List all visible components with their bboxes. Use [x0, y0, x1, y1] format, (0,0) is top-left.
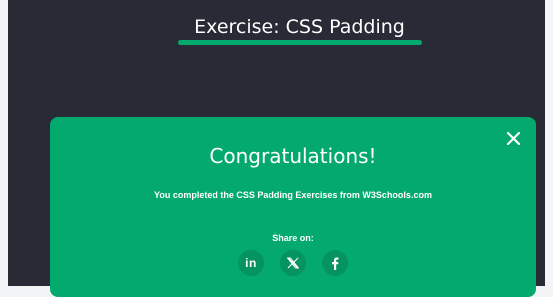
congratulations-modal: Congratulations! You completed the CSS P…: [50, 117, 536, 297]
x-icon: [287, 257, 299, 269]
modal-heading: Congratulations!: [209, 144, 377, 168]
title-underline: [178, 40, 422, 45]
share-x-button[interactable]: [280, 250, 306, 276]
linkedin-icon: in: [245, 256, 257, 270]
page-title: Exercise: CSS Padding: [194, 16, 405, 38]
facebook-icon: [332, 257, 339, 270]
share-label: Share on:: [272, 233, 314, 243]
share-facebook-button[interactable]: [322, 250, 348, 276]
completion-message: You completed the CSS Padding Exercises …: [154, 190, 432, 200]
share-linkedin-button[interactable]: in: [238, 250, 264, 276]
share-buttons: in: [50, 250, 536, 276]
screen: Exercise: CSS Padding Congratulations! Y…: [0, 0, 553, 297]
